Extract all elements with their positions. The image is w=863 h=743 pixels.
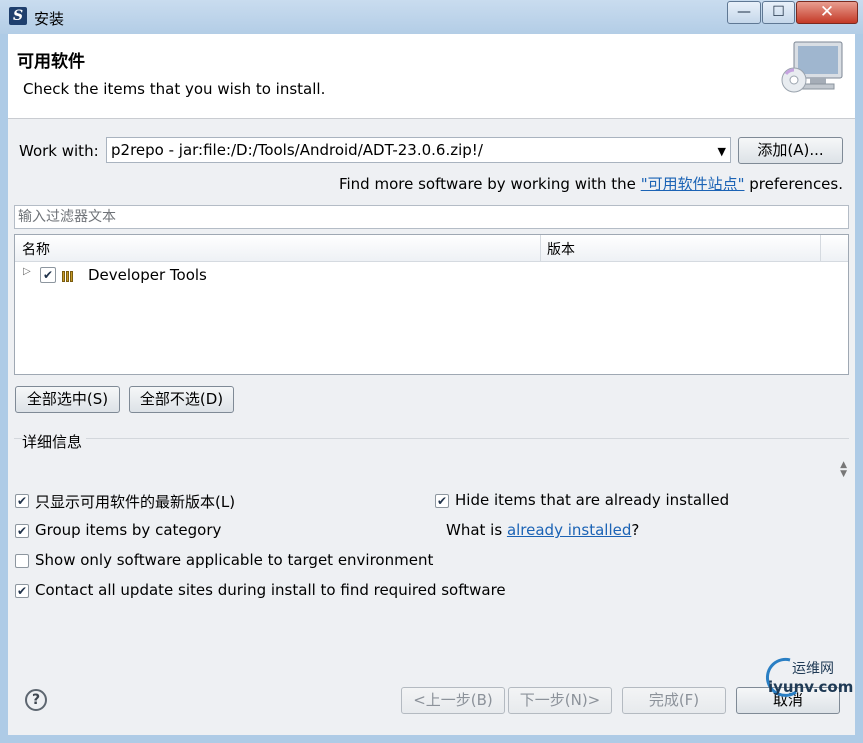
find-more-suffix: preferences.	[744, 175, 843, 193]
checkbox-checked-icon[interactable]: ✔	[435, 494, 449, 508]
target-env-label[interactable]: Show only software applicable to target …	[35, 551, 433, 569]
find-more-text: Find more software by working with the "…	[339, 173, 843, 194]
software-tree[interactable]: 名称 版本 ▷ ✔ Developer Tools	[14, 234, 849, 375]
help-icon[interactable]: ?	[25, 689, 47, 711]
checkbox-checked-icon[interactable]: ✔	[15, 524, 29, 538]
checkbox-checked-icon[interactable]: ✔	[40, 267, 56, 283]
checkbox-unchecked-icon[interactable]	[15, 554, 29, 568]
contact-sites-label[interactable]: Contact all update sites during install …	[35, 581, 506, 599]
watermark-line1: 运维网	[792, 661, 834, 677]
what-is-installed-text: What is already installed?	[446, 521, 639, 539]
close-button[interactable]: ✕	[796, 1, 858, 24]
column-name[interactable]: 名称	[22, 239, 50, 259]
column-version[interactable]: 版本	[547, 239, 575, 259]
next-button[interactable]: 下一步(N)>	[508, 687, 612, 714]
window-title: 安装	[34, 10, 65, 28]
find-more-prefix: Find more software by working with the	[338, 175, 641, 193]
select-all-button[interactable]: 全部选中(S)	[15, 386, 120, 413]
column-divider[interactable]	[820, 235, 821, 261]
deselect-all-button[interactable]: 全部不选(D)	[129, 386, 234, 413]
details-label: 详细信息	[22, 431, 87, 452]
checkbox-checked-icon[interactable]: ✔	[15, 584, 29, 598]
site-watermark: 运维网 iyunv.com	[752, 650, 853, 700]
tree-row-label: Developer Tools	[88, 266, 207, 284]
already-installed-link[interactable]: already installed	[507, 521, 631, 539]
work-with-label: Work with:	[19, 142, 99, 160]
checkbox-checked-icon[interactable]: ✔	[15, 494, 29, 508]
tree-header: 名称 版本	[15, 235, 848, 262]
wizard-header: 可用软件 Check the items that you wish to in…	[8, 34, 855, 119]
eclipse-app-icon: S	[9, 7, 27, 25]
filter-input[interactable]: 输入过滤器文本	[14, 205, 849, 229]
what-is-prefix: What is	[446, 521, 507, 539]
maximize-button[interactable]: ☐	[762, 1, 795, 24]
watermark-line2: iyunv.com	[768, 678, 854, 696]
hide-installed-label[interactable]: Hide items that are already installed	[455, 491, 729, 509]
feature-group-icon	[62, 268, 78, 282]
minimize-button[interactable]: —	[727, 1, 761, 24]
expand-triangle-icon[interactable]: ▷	[23, 266, 31, 277]
add-site-button[interactable]: 添加(A)...	[738, 137, 843, 164]
dialog-client-area: 可用软件 Check the items that you wish to in…	[8, 34, 855, 735]
monitor-cd-icon	[781, 41, 843, 93]
finish-button[interactable]: 完成(F)	[622, 687, 726, 714]
back-button[interactable]: <上一步(B)	[401, 687, 505, 714]
column-divider[interactable]	[540, 235, 541, 261]
details-area: ▲ ▼	[14, 438, 849, 484]
work-with-combo[interactable]: p2repo - jar:file:/D:/Tools/Android/ADT-…	[106, 137, 731, 163]
available-sites-link[interactable]: "可用软件站点"	[641, 175, 745, 193]
dropdown-arrow-icon[interactable]: ▼	[718, 145, 726, 158]
title-bar: S 安装 — ☐ ✕	[0, 0, 863, 34]
group-by-category-label[interactable]: Group items by category	[35, 521, 221, 539]
page-title: 可用软件	[17, 52, 85, 72]
page-description: Check the items that you wish to install…	[23, 80, 326, 98]
latest-only-label[interactable]: 只显示可用软件的最新版本(L)	[35, 491, 235, 512]
work-with-value: p2repo - jar:file:/D:/Tools/Android/ADT-…	[111, 141, 483, 159]
tree-row[interactable]: ▷ ✔ Developer Tools	[15, 263, 848, 285]
details-scroll-arrows-icon[interactable]: ▲ ▼	[840, 461, 847, 479]
what-is-suffix: ?	[631, 521, 640, 539]
